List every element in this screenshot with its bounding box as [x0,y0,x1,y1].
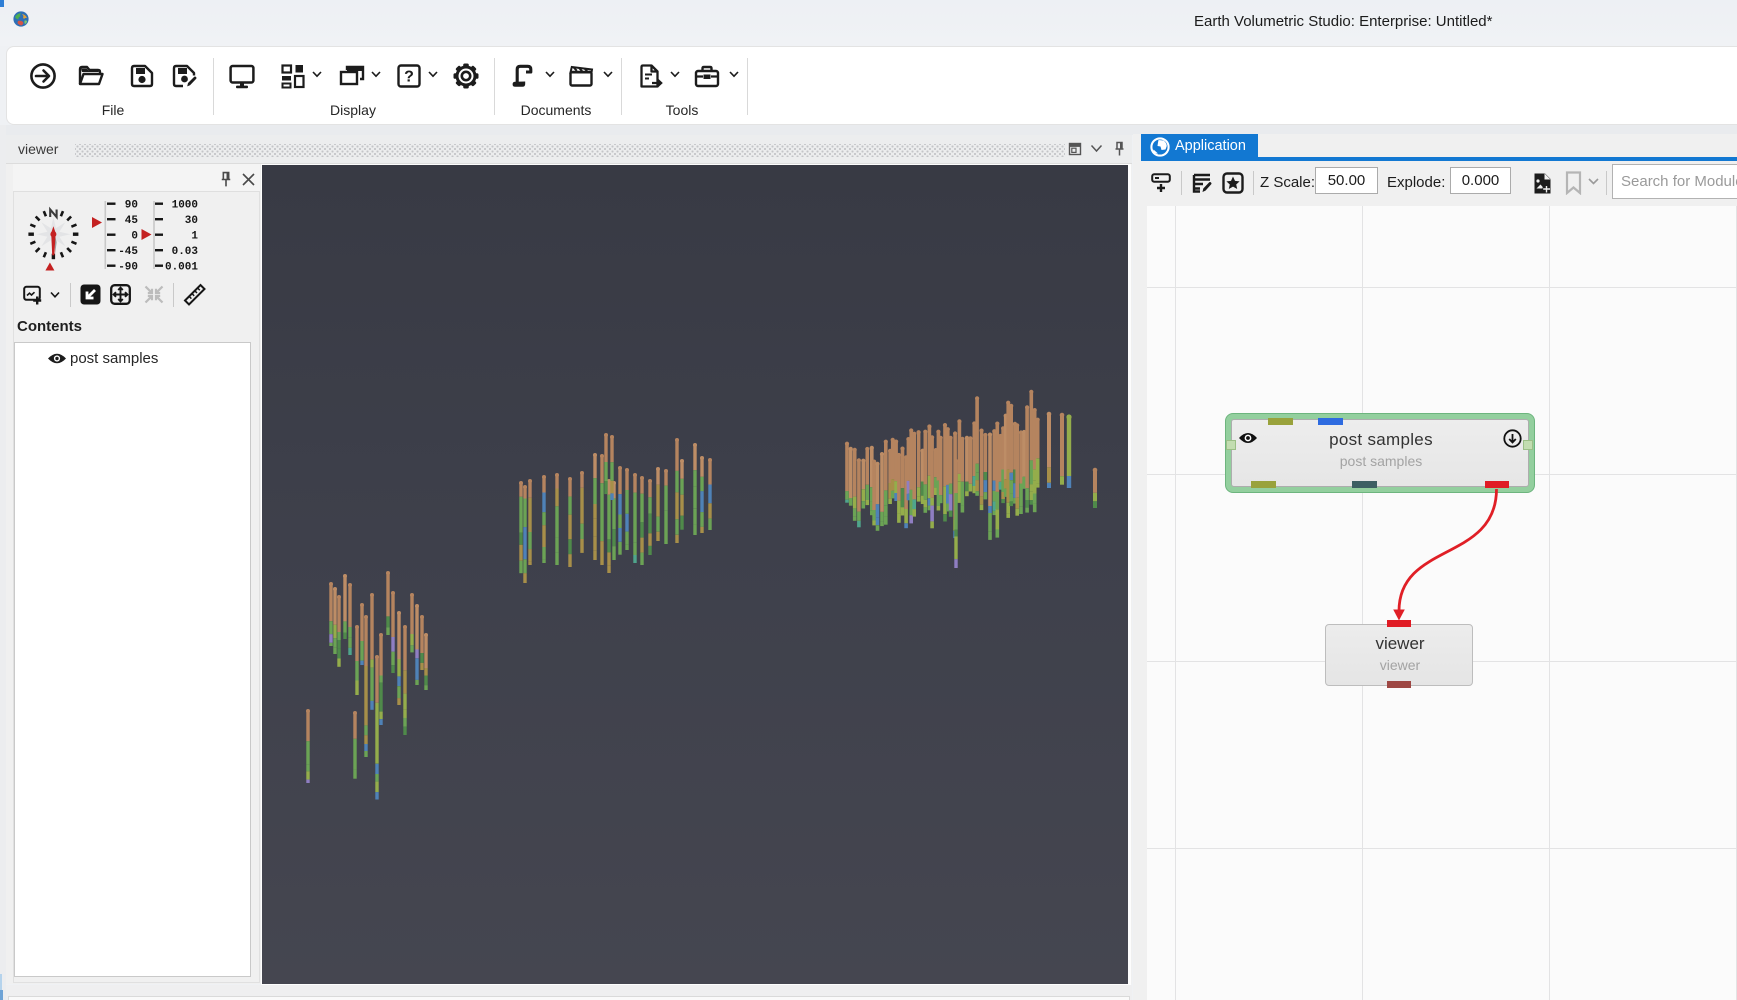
svg-text:90: 90 [125,200,138,212]
svg-text:?: ? [404,69,414,86]
svg-text:30: 30 [185,215,198,227]
svg-text:1: 1 [191,231,198,243]
svg-text:-45: -45 [118,246,138,258]
svg-text:0.001: 0.001 [165,262,198,274]
svg-text:0: 0 [131,231,138,243]
svg-text:1000: 1000 [172,200,198,212]
svg-text:0.03: 0.03 [172,246,199,258]
svg-text:-90: -90 [118,262,138,274]
svg-text:45: 45 [125,215,139,227]
